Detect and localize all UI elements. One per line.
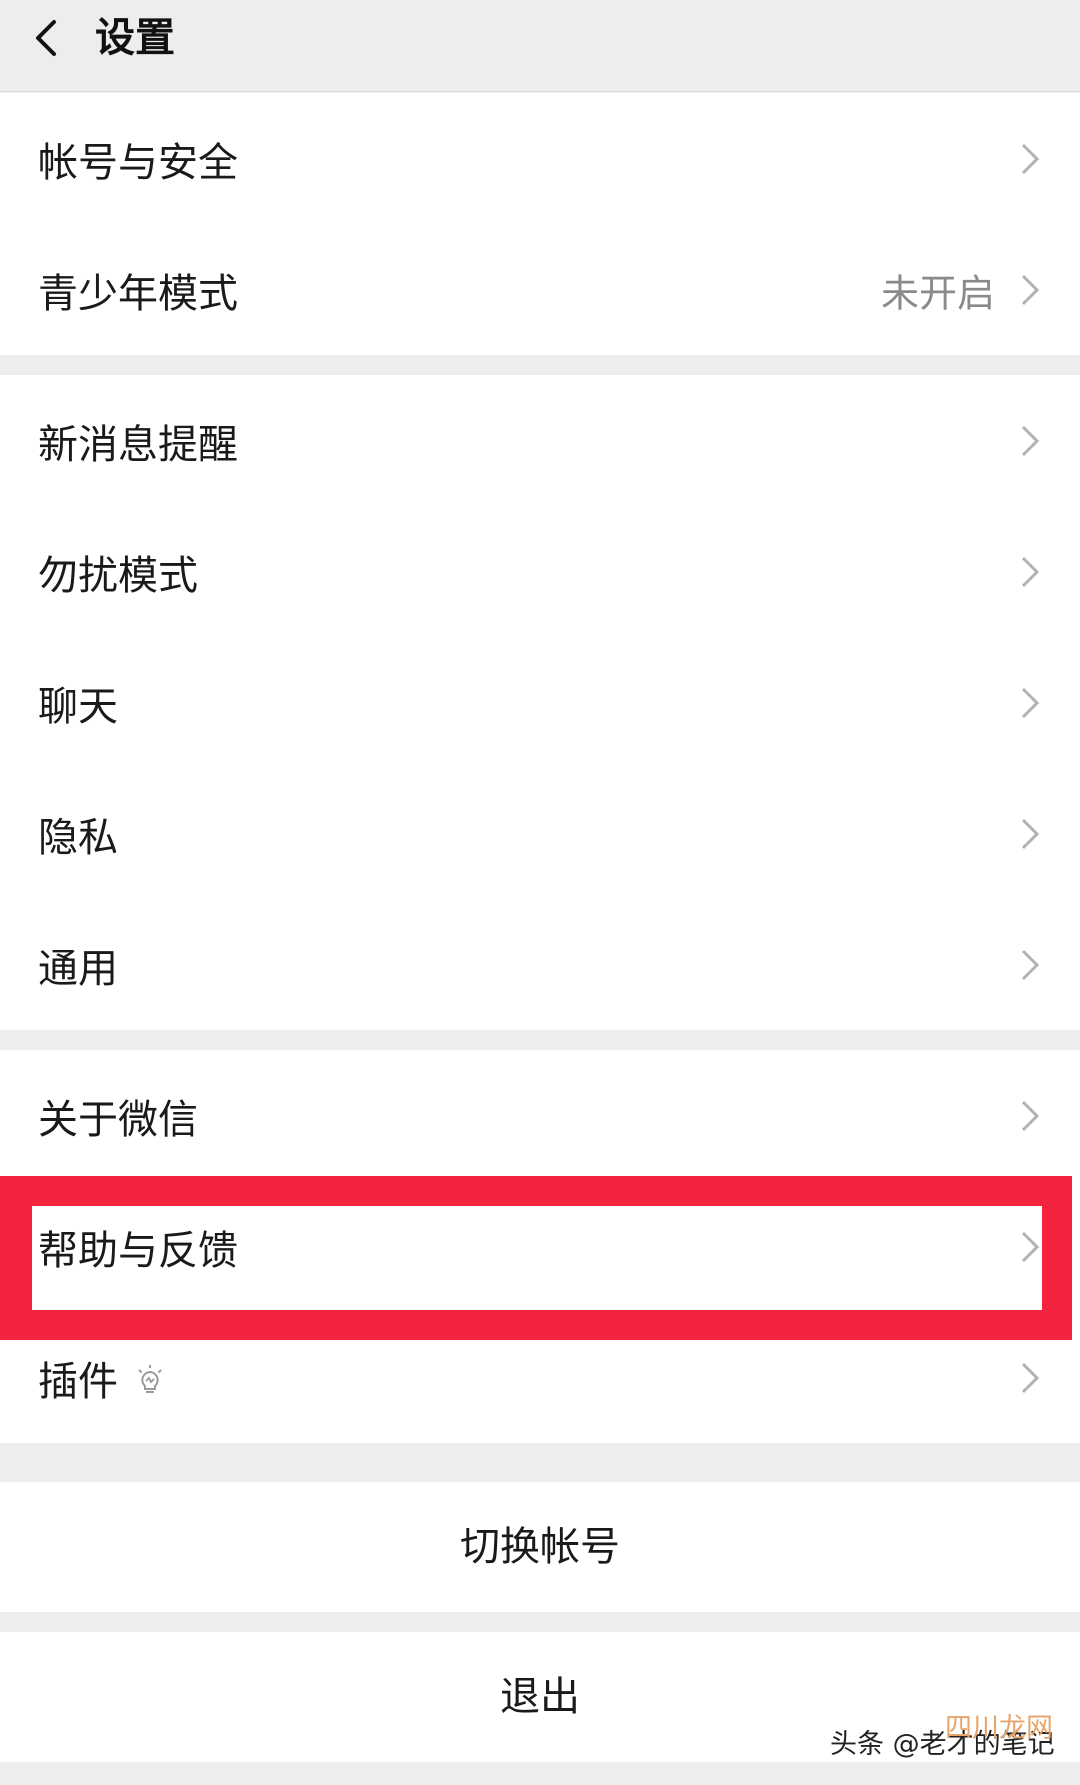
settings-item-notifications[interactable]: 新消息提醒 xyxy=(0,375,1080,506)
logout-label: 退出 xyxy=(500,1674,580,1720)
settings-group-general: 新消息提醒 勿扰模式 聊天 隐私 通用 xyxy=(0,375,1080,1030)
settings-item-label: 新消息提醒 xyxy=(38,421,238,468)
watermark-overlay-text: 四川龙网 xyxy=(945,1713,1053,1744)
chevron-right-icon xyxy=(1021,1231,1040,1262)
teen-mode-status: 未开启 xyxy=(880,271,995,315)
chevron-right-icon xyxy=(1021,425,1040,456)
settings-item-label: 帮助与反馈 xyxy=(38,1227,238,1274)
settings-item-label: 隐私 xyxy=(38,814,118,861)
settings-item-teen-mode[interactable]: 青少年模式 未开启 xyxy=(0,224,1080,355)
page-title: 设置 xyxy=(95,15,175,61)
plugins-label-text: 插件 xyxy=(38,1358,118,1405)
chevron-right-icon xyxy=(1021,556,1040,587)
settings-item-chat[interactable]: 聊天 xyxy=(0,637,1080,768)
watermark-overlay: 四川龙网 xyxy=(945,1706,1053,1745)
settings-item-privacy[interactable]: 隐私 xyxy=(0,768,1080,899)
settings-item-help-feedback[interactable]: 帮助与反馈 xyxy=(0,1181,1080,1312)
chevron-right-icon xyxy=(1021,1362,1040,1393)
settings-item-about-wechat[interactable]: 关于微信 xyxy=(0,1050,1080,1181)
settings-item-label: 勿扰模式 xyxy=(38,552,198,599)
settings-item-plugins[interactable]: 插件 xyxy=(0,1312,1080,1443)
chevron-right-icon xyxy=(1021,1100,1040,1131)
settings-item-label: 通用 xyxy=(38,945,118,992)
settings-item-label: 帐号与安全 xyxy=(38,139,238,186)
settings-item-do-not-disturb[interactable]: 勿扰模式 xyxy=(0,506,1080,637)
settings-item-account-security[interactable]: 帐号与安全 xyxy=(0,93,1080,224)
navigation-bar: 设置 xyxy=(0,0,1080,92)
settings-item-label: 关于微信 xyxy=(38,1096,198,1143)
chevron-right-icon xyxy=(1021,687,1040,718)
switch-account-button[interactable]: 切换帐号 xyxy=(0,1482,1080,1612)
lightbulb-icon xyxy=(138,1364,162,1393)
settings-group-about: 关于微信 帮助与反馈 插件 xyxy=(0,1050,1080,1443)
settings-item-label: 插件 xyxy=(38,1349,166,1407)
chevron-right-icon xyxy=(1021,143,1040,174)
settings-item-general[interactable]: 通用 xyxy=(0,899,1080,1030)
settings-group-account: 帐号与安全 青少年模式 未开启 xyxy=(0,93,1080,355)
chevron-right-icon xyxy=(1021,818,1040,849)
switch-account-label: 切换帐号 xyxy=(460,1524,620,1570)
chevron-left-icon[interactable] xyxy=(28,16,68,60)
chevron-right-icon xyxy=(1021,274,1040,305)
settings-item-label: 聊天 xyxy=(38,683,118,730)
settings-item-label: 青少年模式 xyxy=(38,270,238,317)
chevron-right-icon xyxy=(1021,949,1040,980)
